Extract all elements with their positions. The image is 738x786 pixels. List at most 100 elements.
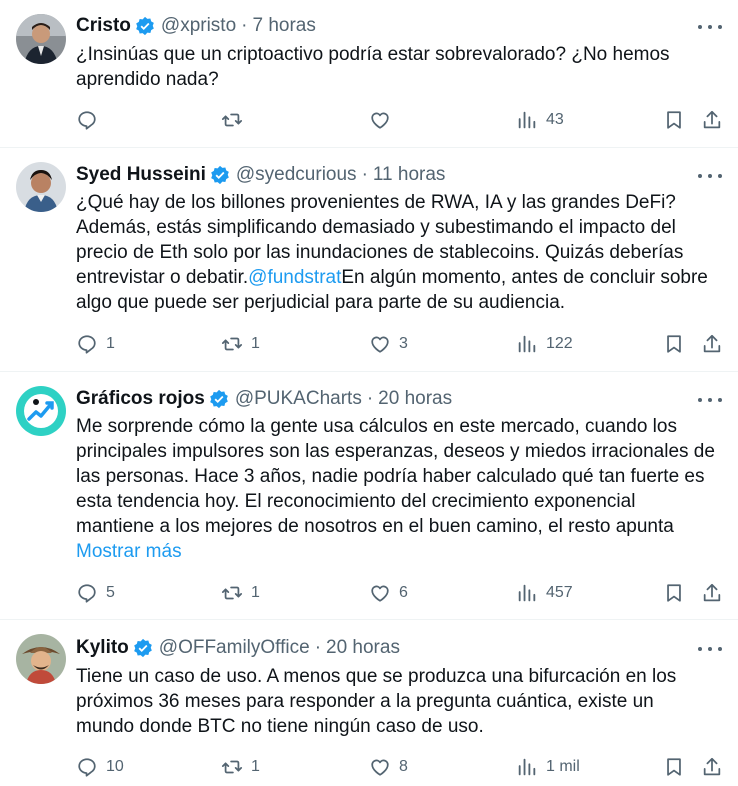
tweet-header: Syed Husseini @syedcurious · 11 horas xyxy=(76,162,678,188)
verified-badge-icon xyxy=(136,16,154,36)
separator-dot: · xyxy=(361,164,368,185)
views-button[interactable]: 457 xyxy=(516,579,573,607)
view-count: 122 xyxy=(546,335,573,352)
like-button[interactable]: 6 xyxy=(369,579,408,607)
reply-button[interactable]: 1 xyxy=(76,330,115,358)
view-count: 457 xyxy=(546,584,573,601)
retweet-button[interactable]: 1 xyxy=(221,753,260,781)
avatar[interactable] xyxy=(16,386,66,436)
share-icon xyxy=(703,583,721,602)
bookmark-button[interactable] xyxy=(663,330,685,358)
share-button[interactable] xyxy=(701,753,723,781)
share-icon xyxy=(703,110,721,129)
tweet-2[interactable]: Syed Husseini @syedcurious · 11 horas ¿Q… xyxy=(0,148,738,372)
separator-dot: · xyxy=(241,15,248,36)
avatar[interactable] xyxy=(16,14,66,64)
bookmark-icon xyxy=(667,758,681,776)
like-button[interactable] xyxy=(369,106,399,134)
tweet-text-body: Tiene un caso de uso. A menos que se pro… xyxy=(76,666,677,737)
action-bar: 43 xyxy=(76,106,726,134)
retweet-button[interactable]: 1 xyxy=(221,330,260,358)
bookmark-icon xyxy=(667,584,681,602)
like-button[interactable]: 3 xyxy=(369,330,408,358)
bookmark-button[interactable] xyxy=(663,579,685,607)
like-count: 3 xyxy=(399,335,408,352)
author-name[interactable]: Gráficos rojos xyxy=(76,388,205,410)
tweet-text: ¿Insinúas que un criptoactivo podría est… xyxy=(76,42,720,92)
retweet-button[interactable] xyxy=(221,106,251,134)
share-icon xyxy=(703,757,721,776)
retweet-count: 1 xyxy=(251,584,260,601)
timestamp[interactable]: 20 horas xyxy=(326,637,400,659)
bookmark-icon xyxy=(667,335,681,353)
more-options-icon[interactable] xyxy=(696,390,724,410)
tweet-3[interactable]: Gráficos rojos @PUKACharts · 20 horas Me… xyxy=(0,372,738,620)
retweet-count: 1 xyxy=(251,335,260,352)
like-button[interactable]: 8 xyxy=(369,753,408,781)
views-chart-icon xyxy=(518,111,536,129)
more-options-icon[interactable] xyxy=(696,639,724,659)
reply-count: 10 xyxy=(106,758,124,775)
tweet-text: ¿Qué hay de los billones provenientes de… xyxy=(76,190,720,315)
bookmark-button[interactable] xyxy=(663,753,685,781)
author-handle[interactable]: @PUKACharts xyxy=(235,388,362,410)
retweet-icon xyxy=(221,760,243,774)
author-handle[interactable]: @syedcurious xyxy=(236,164,357,186)
reply-count: 1 xyxy=(106,335,115,352)
reply-count: 5 xyxy=(106,584,115,601)
bookmark-button[interactable] xyxy=(663,106,685,134)
tweet-text-body: ¿Insinúas que un criptoactivo podría est… xyxy=(76,44,670,90)
reply-icon xyxy=(78,335,96,354)
view-count: 43 xyxy=(546,111,564,128)
reply-icon xyxy=(78,758,96,777)
tweet-text: Me sorprende cómo la gente usa cálculos … xyxy=(76,414,720,564)
action-bar: 5 1 6 457 xyxy=(76,579,726,607)
share-button[interactable] xyxy=(701,330,723,358)
verified-badge-icon xyxy=(210,389,228,409)
tweet-1[interactable]: Cristo @xpristo · 7 horas ¿Insinúas que … xyxy=(0,0,738,148)
views-button[interactable]: 1 mil xyxy=(516,753,580,781)
heart-icon xyxy=(371,585,389,602)
views-button[interactable]: 43 xyxy=(516,106,564,134)
tweet-header: Cristo @xpristo · 7 horas xyxy=(76,13,678,39)
timestamp[interactable]: 11 horas xyxy=(373,164,446,186)
views-button[interactable]: 122 xyxy=(516,330,573,358)
tweet-text: Tiene un caso de uso. A menos que se pro… xyxy=(76,664,720,739)
verified-badge-icon xyxy=(133,638,152,658)
tweet-4[interactable]: Kylito @OFFamilyOffice · 20 horas Tiene … xyxy=(0,620,738,786)
views-chart-icon xyxy=(518,335,536,353)
separator-dot: · xyxy=(314,637,322,658)
tweet-text-body: Me sorprende cómo la gente usa cálculos … xyxy=(76,416,715,537)
share-button[interactable] xyxy=(701,106,723,134)
view-count: 1 mil xyxy=(546,758,580,775)
timestamp[interactable]: 20 horas xyxy=(378,388,452,410)
reply-button[interactable]: 10 xyxy=(76,753,124,781)
avatar[interactable] xyxy=(16,162,66,212)
tweet-header: Kylito @OFFamilyOffice · 20 horas xyxy=(76,635,678,661)
avatar[interactable] xyxy=(16,634,66,684)
separator-dot: · xyxy=(366,388,374,409)
mention-link[interactable]: @fundstrat xyxy=(248,267,341,288)
more-options-icon[interactable] xyxy=(696,17,724,37)
author-handle[interactable]: @xpristo xyxy=(161,15,236,37)
reply-icon xyxy=(78,111,96,130)
share-button[interactable] xyxy=(701,579,723,607)
verified-badge-icon xyxy=(211,165,229,185)
views-chart-icon xyxy=(518,584,536,602)
heart-icon xyxy=(371,112,389,129)
author-name[interactable]: Kylito xyxy=(76,637,129,659)
retweet-count: 1 xyxy=(251,758,260,775)
reply-button[interactable] xyxy=(76,106,106,134)
retweet-icon xyxy=(221,586,243,600)
timestamp[interactable]: 7 horas xyxy=(252,15,315,37)
author-name[interactable]: Cristo xyxy=(76,15,131,37)
show-more-link[interactable]: Mostrar más xyxy=(76,541,182,562)
tweet-header: Gráficos rojos @PUKACharts · 20 horas xyxy=(76,386,678,412)
reply-button[interactable]: 5 xyxy=(76,579,115,607)
retweet-button[interactable]: 1 xyxy=(221,579,260,607)
more-options-icon[interactable] xyxy=(696,166,724,186)
author-handle[interactable]: @OFFamilyOffice xyxy=(159,637,310,659)
reply-icon xyxy=(78,584,96,603)
author-name[interactable]: Syed Husseini xyxy=(76,164,206,186)
like-count: 8 xyxy=(399,758,408,775)
